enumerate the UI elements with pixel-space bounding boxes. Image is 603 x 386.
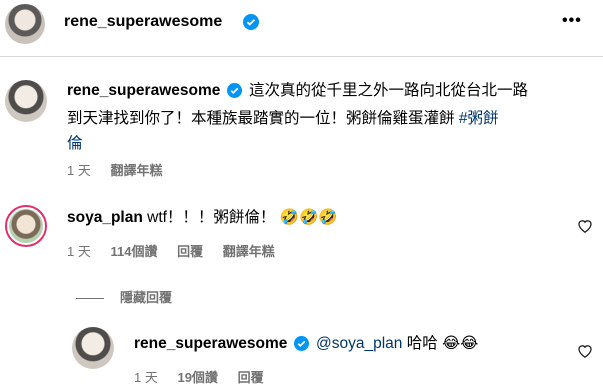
comment-body: soya_plan wtf！！！粥餅倫！ 🤣🤣🤣 — [67, 207, 338, 229]
header-avatar[interactable] — [5, 4, 45, 44]
reply-text: 哈哈 — [406, 335, 438, 352]
reply-meta: 1 天 19個讚 回覆 — [134, 367, 280, 386]
caption-time[interactable]: 1 天 — [67, 163, 91, 178]
hide-replies-label[interactable]: 隱藏回覆 — [120, 290, 172, 305]
caption-block: rene_superawesome 這次真的從千里之外一路向北從台北一路 到天津… — [67, 78, 587, 156]
reply-body: rene_superawesome @soya_plan 哈哈 😂😂 — [134, 333, 478, 358]
more-options-icon[interactable]: ••• — [562, 12, 582, 30]
comment-translate[interactable]: 翻譯年糕 — [223, 244, 275, 259]
verified-badge-icon — [226, 81, 242, 106]
comment-text: wtf！！！粥餅倫！ — [147, 209, 276, 226]
replies-line — [76, 298, 104, 300]
heart-outline-icon[interactable] — [577, 218, 593, 238]
reply-time[interactable]: 1 天 — [134, 370, 158, 385]
caption-avatar[interactable] — [5, 80, 47, 122]
comment-meta: 1 天 114個讚 回覆 翻譯年糕 — [67, 241, 291, 260]
caption-hashtag-cont[interactable]: 倫 — [67, 135, 83, 152]
caption-meta: 1 天 翻譯年糕 — [67, 160, 178, 179]
caption-text-line2: 到天津找到你了！本種族最踏實的一位！粥餅倫雞蛋灌餅 — [67, 110, 455, 127]
reply-emoji: 😂😂 — [442, 335, 479, 352]
caption-username[interactable]: rene_superawesome — [67, 82, 220, 99]
reply-mention[interactable]: @soya_plan — [316, 335, 402, 352]
comment-username[interactable]: soya_plan — [67, 209, 143, 226]
heart-outline-icon[interactable] — [577, 343, 593, 363]
hide-replies-toggle[interactable]: 隱藏回覆 — [76, 287, 188, 306]
verified-badge-icon — [243, 14, 259, 35]
caption-text-line1: 這次真的從千里之外一路向北從台北一路 — [248, 82, 528, 99]
reply-likes[interactable]: 19個讚 — [177, 370, 217, 385]
comment-reply-button[interactable]: 回覆 — [177, 244, 203, 259]
comment-avatar[interactable] — [5, 205, 47, 247]
comment-emoji: 🤣🤣🤣 — [279, 209, 338, 226]
comment-time[interactable]: 1 天 — [67, 244, 91, 259]
comment-likes[interactable]: 114個讚 — [110, 244, 157, 259]
reply-avatar[interactable] — [72, 327, 114, 369]
header-username[interactable]: rene_superawesome — [64, 13, 222, 31]
caption-translate[interactable]: 翻譯年糕 — [110, 163, 162, 178]
reply-username[interactable]: rene_superawesome — [134, 335, 287, 352]
caption-hashtag[interactable]: #粥餅 — [459, 110, 499, 127]
reply-reply-button[interactable]: 回覆 — [238, 370, 264, 385]
header-divider — [0, 56, 603, 57]
verified-badge-icon — [293, 336, 309, 358]
